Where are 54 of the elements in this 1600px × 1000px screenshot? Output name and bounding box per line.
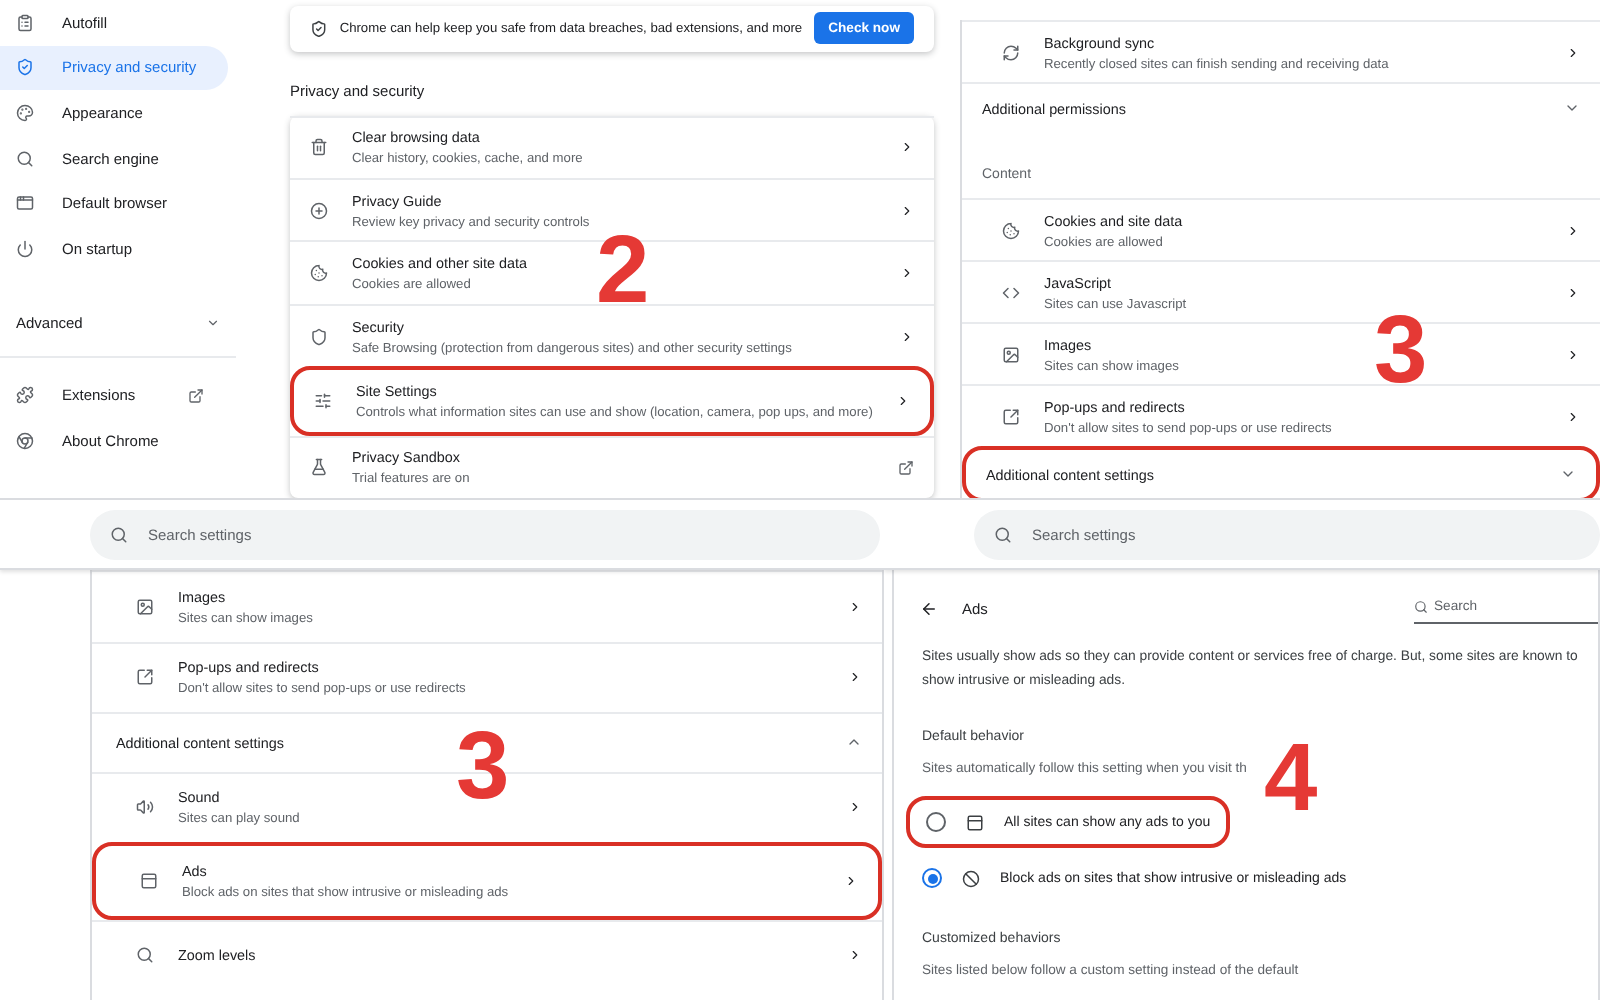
- chevron-right-icon: [1566, 45, 1580, 59]
- clipboard-icon: [16, 13, 34, 32]
- chevron-right-icon: [900, 329, 914, 344]
- sync-icon: [1002, 43, 1020, 61]
- chevron-right-icon: [848, 948, 862, 963]
- chevron-right-icon: [900, 140, 914, 155]
- flask-icon: [310, 458, 328, 477]
- chevron-right-icon: [1566, 409, 1580, 423]
- trash-icon: [310, 138, 328, 157]
- chevron-down-icon: [1564, 100, 1580, 116]
- browser-window-icon: [140, 871, 158, 890]
- caret-down-icon: [206, 316, 220, 331]
- zoom-icon: [136, 946, 154, 965]
- chevron-right-icon: [844, 873, 858, 888]
- radio-button[interactable]: [922, 868, 942, 888]
- power-icon: [16, 239, 34, 258]
- palette-icon: [16, 103, 34, 122]
- search-icon: [994, 525, 1012, 543]
- radio-button[interactable]: [926, 812, 946, 832]
- cookie-icon: [310, 264, 328, 283]
- step-number: 2: [596, 224, 650, 320]
- sliders-icon: [314, 391, 332, 410]
- external-link-icon: [188, 387, 204, 404]
- puzzle-icon: [16, 386, 34, 405]
- cookie-icon: [1002, 221, 1020, 239]
- chevron-right-icon: [848, 670, 862, 685]
- chevron-down-icon: [1560, 466, 1576, 482]
- external-link-icon: [898, 459, 914, 476]
- browser-window-icon: [16, 194, 34, 213]
- code-icon: [1002, 283, 1020, 301]
- chevron-right-icon: [1566, 285, 1580, 299]
- chevron-right-icon: [848, 599, 862, 614]
- popup-icon: [136, 668, 154, 687]
- search-icon: [110, 525, 128, 543]
- image-icon: [1002, 345, 1020, 363]
- image-icon: [136, 597, 154, 616]
- chevron-right-icon: [896, 393, 910, 408]
- search-icon: [1414, 600, 1428, 614]
- search-icon: [16, 149, 34, 168]
- popup-icon: [1002, 407, 1020, 425]
- chevron-right-icon: [1566, 347, 1580, 361]
- chevron-right-icon: [848, 800, 862, 815]
- chevron-right-icon: [900, 266, 914, 281]
- speaker-icon: [136, 798, 154, 817]
- blocked-window-icon: [962, 869, 980, 887]
- back-arrow-icon: [920, 599, 938, 617]
- browser-window-icon: [966, 813, 984, 831]
- step-number: 3: [1374, 304, 1428, 400]
- shield-icon: [16, 58, 34, 77]
- shield-icon: [310, 19, 328, 38]
- chevron-right-icon: [900, 203, 914, 218]
- shield-icon: [310, 327, 328, 346]
- step-number: 4: [1264, 732, 1318, 828]
- chevron-right-icon: [1566, 223, 1580, 237]
